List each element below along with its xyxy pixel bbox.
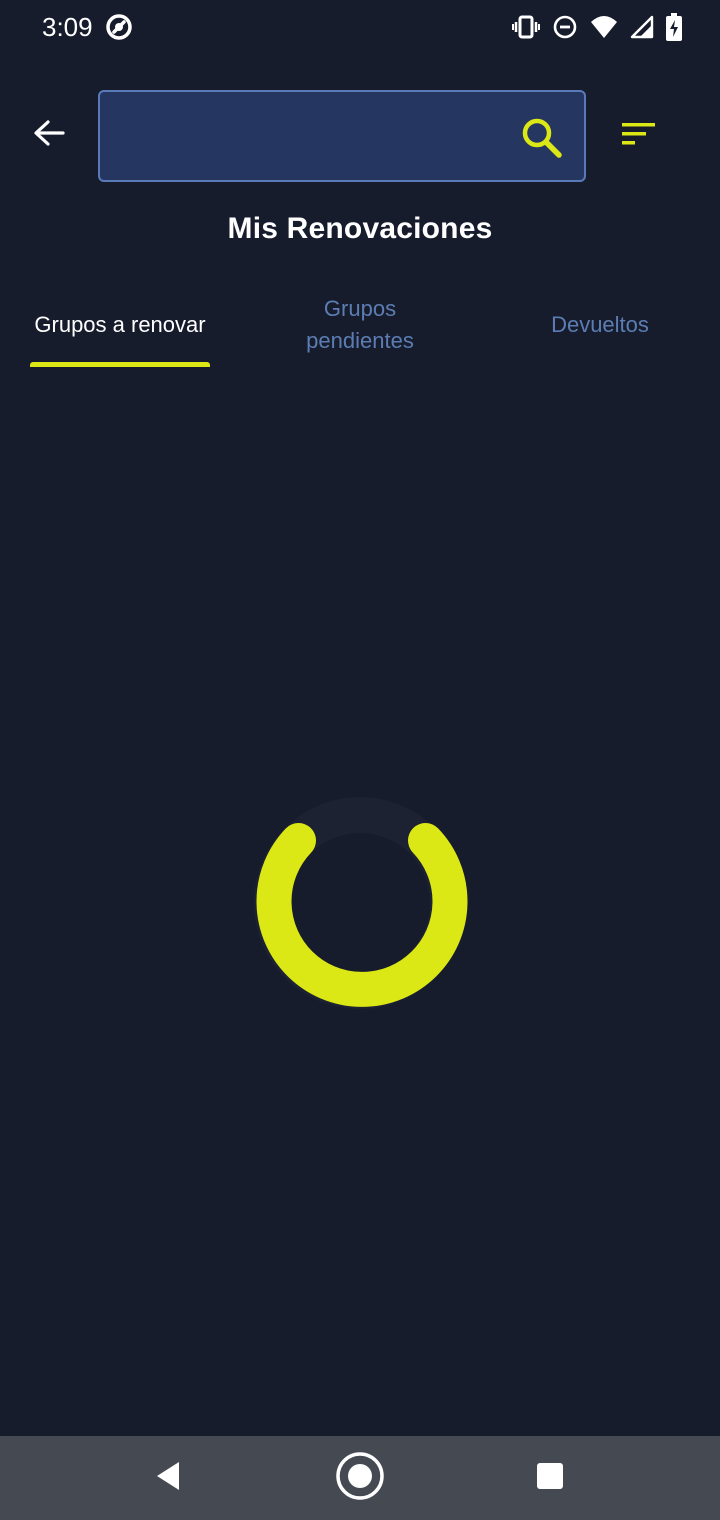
battery-charging-icon [666,13,682,41]
tab-devueltos[interactable]: Devueltos [500,280,700,370]
tab-indicator [30,362,210,367]
tab-label: Grupos a renovar [34,312,206,337]
tab-grupos-a-renovar[interactable]: Grupos a renovar [20,280,220,370]
search-input[interactable] [116,112,516,162]
filter-button[interactable] [612,112,666,160]
app-notification-icon [104,12,134,42]
status-bar: 3:09 [0,0,720,56]
vibrate-icon [512,13,540,41]
status-time: 3:09 [42,12,93,42]
arrow-left-icon [33,119,65,152]
tab-grupos-pendientes[interactable]: Grupos pendientes [260,280,460,370]
search-icon[interactable] [520,116,564,160]
loading-spinner [245,788,475,1018]
tab-label: Devueltos [551,312,649,337]
system-nav-bar [0,1436,720,1520]
cell-signal-icon [630,15,654,39]
nav-back-icon [153,1460,183,1497]
nav-recents-icon [536,1462,564,1495]
nav-back-button[interactable] [140,1450,196,1506]
tab-bar: Grupos a renovar Grupos pendientes Devue… [0,280,720,370]
page-title: Mis Renovaciones [227,212,493,245]
nav-recents-button[interactable] [522,1450,578,1506]
tab-label: Grupos pendientes [306,296,414,353]
filter-list-icon [622,121,656,152]
status-icons [512,13,682,41]
search-box[interactable] [98,90,586,182]
nav-home-button[interactable] [332,1450,388,1506]
do-not-disturb-icon [552,14,578,40]
wifi-icon [590,14,618,40]
app-screen: 3:09 Mis Renovaciones Grupos a renovar G… [0,0,720,1520]
nav-home-icon [334,1450,386,1507]
back-button[interactable] [24,110,74,160]
